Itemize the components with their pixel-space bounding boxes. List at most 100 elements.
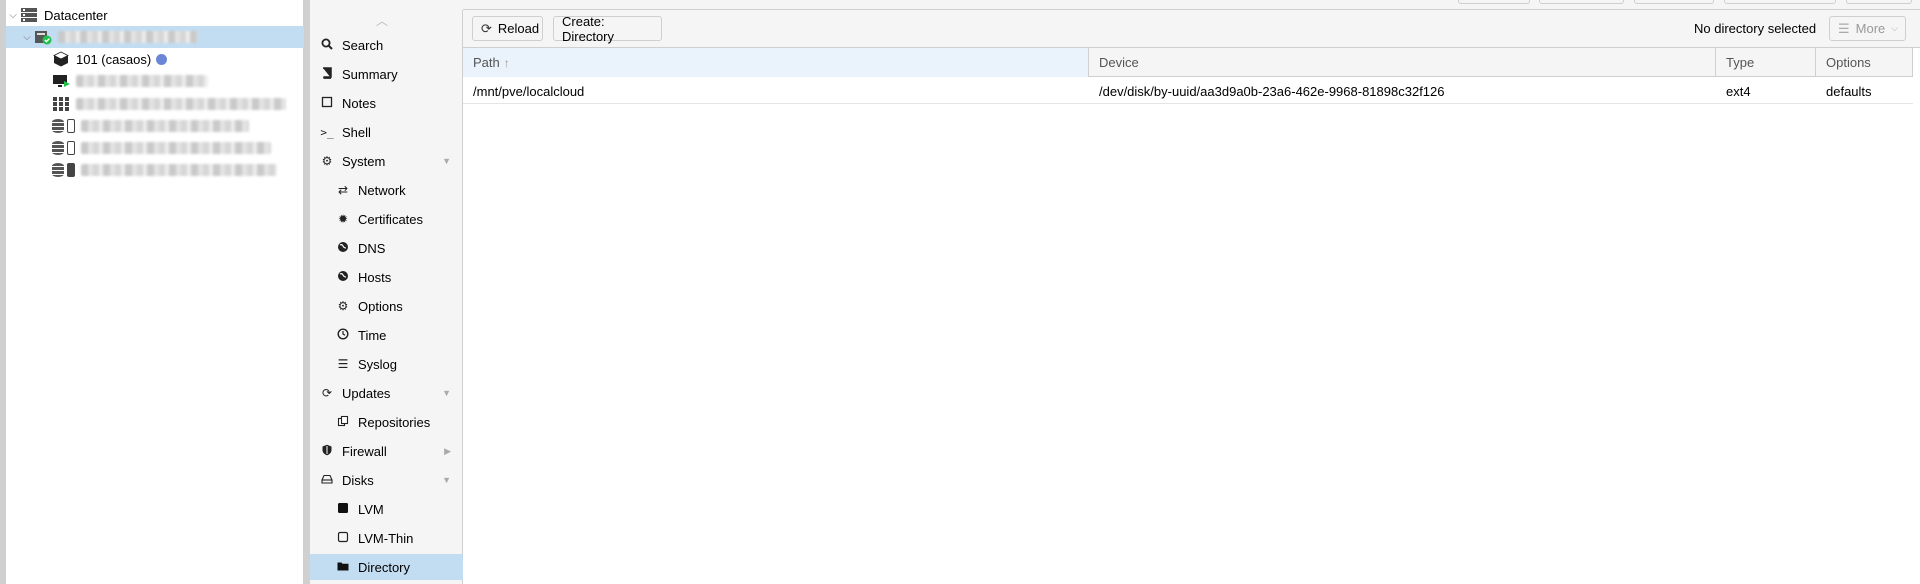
menu-item-search[interactable]: Search [310, 32, 463, 58]
more-button-label: More [1855, 21, 1886, 36]
create-directory-label: Create: Directory [562, 13, 615, 44]
square-icon [336, 502, 350, 517]
menu-item-disks[interactable]: Disks ▼ [310, 467, 463, 493]
header-button[interactable] [1458, 0, 1530, 4]
column-header-device[interactable]: Device [1089, 48, 1716, 77]
menu-item-label: Directory [358, 559, 411, 575]
redacted-storage-name [76, 98, 286, 110]
menu-item-directory[interactable]: Directory [310, 554, 463, 580]
menu-item-shell[interactable]: >_ Shell [310, 119, 463, 145]
create-directory-button[interactable]: Create: Directory [553, 13, 662, 44]
menu-item-label: LVM [358, 501, 384, 517]
toolbar: ⟳ Reload Create: Directory No directory … [463, 11, 1920, 48]
menu-item-firewall[interactable]: Firewall ▶ [310, 438, 463, 464]
chevron-down-icon[interactable]: ⌵ [20, 32, 34, 43]
clock-icon [336, 327, 350, 343]
menu-item-label: Updates [342, 385, 391, 401]
column-header-type[interactable]: Type [1716, 48, 1816, 77]
column-header-options[interactable]: Options [1816, 48, 1913, 77]
node-menu: ︿ Search Summary Notes >_ Shell ⚙ System… [310, 10, 463, 584]
menu-item-notes[interactable]: Notes [310, 90, 463, 116]
menu-item-label: Repositories [358, 414, 431, 430]
menu-item-lvm[interactable]: LVM [310, 496, 463, 522]
menu-item-time[interactable]: Time [310, 322, 463, 348]
menu-item-dns[interactable]: DNS [310, 235, 463, 261]
folder-icon [336, 560, 350, 575]
menu-item-label: Hosts [358, 269, 392, 285]
tree-item-vm[interactable] [6, 70, 304, 92]
tree-item-node[interactable]: ⌵ [6, 26, 304, 48]
certificate-icon: ✹ [337, 212, 349, 226]
chevron-down-icon[interactable]: ⌵ [6, 10, 20, 21]
menu-item-lvm-thin[interactable]: LVM-Thin [310, 525, 463, 551]
table-row[interactable]: /mnt/pve/localcloud /dev/disk/by-uuid/aa… [463, 78, 1913, 104]
menu-item-repositories[interactable]: Repositories [310, 409, 463, 435]
tree-item-container[interactable]: 101 (casaos) [6, 48, 304, 70]
menu-item-label: Firewall [342, 443, 387, 459]
redacted-storage-name [81, 142, 271, 154]
grid-icon [52, 96, 70, 112]
monitor-running-icon [52, 73, 70, 89]
collapse-up-icon[interactable]: ︿ [376, 12, 388, 29]
column-header-path[interactable]: Path ↑ [463, 48, 1089, 77]
directory-panel: ⟳ Reload Create: Directory No directory … [463, 11, 1920, 584]
chevron-right-icon[interactable]: ▶ [444, 446, 451, 457]
globe-icon [336, 270, 350, 285]
chevron-down-icon[interactable]: ▼ [442, 156, 451, 166]
header-button[interactable] [1634, 0, 1714, 4]
header-button[interactable] [1846, 0, 1912, 4]
menu-item-label: DNS [358, 240, 386, 256]
terminal-icon: >_ [320, 125, 334, 139]
redacted-storage-name [81, 120, 249, 132]
list-icon: ☰ [337, 357, 349, 371]
column-label: Device [1099, 55, 1139, 70]
globe-icon [336, 241, 350, 256]
menu-item-label: Summary [342, 66, 398, 82]
menu-item-syslog[interactable]: ☰ Syslog [310, 351, 463, 377]
menu-icon: ☰ [1838, 20, 1850, 36]
server-stack-icon [20, 7, 38, 23]
tree-item-storage[interactable] [6, 115, 304, 137]
menu-item-summary[interactable]: Summary [310, 61, 463, 87]
more-button[interactable]: ☰ More ⌵ [1829, 16, 1906, 41]
sort-ascending-icon: ↑ [503, 55, 510, 70]
header-strip [463, 0, 1920, 10]
menu-item-updates[interactable]: ⟳ Updates ▼ [310, 380, 463, 406]
reload-button-label: Reload [497, 21, 540, 36]
header-button[interactable] [1539, 0, 1624, 4]
database-icon [52, 163, 64, 177]
cell-device: /dev/disk/by-uuid/aa3d9a0b-23a6-462e-996… [1099, 83, 1445, 99]
menu-item-hosts[interactable]: Hosts [310, 264, 463, 290]
menu-item-certificates[interactable]: ✹ Certificates [310, 206, 463, 232]
tree-item-storage[interactable] [6, 159, 304, 181]
menu-item-system[interactable]: ⚙ System ▼ [310, 148, 463, 174]
menu-item-label: System [342, 153, 386, 169]
selection-status: No directory selected [1694, 21, 1817, 36]
book-icon [320, 66, 334, 82]
exchange-icon: ⇄ [337, 183, 349, 197]
header-button[interactable] [1724, 0, 1836, 4]
tree-item-storage[interactable] [6, 137, 304, 159]
menu-item-network[interactable]: ⇄ Network [310, 177, 463, 203]
menu-item-options[interactable]: ⚙ Options [310, 293, 463, 319]
redacted-node-name [58, 31, 198, 43]
database-icon [52, 141, 64, 155]
grid-header: Path ↑ Device Type Options [463, 48, 1913, 77]
chevron-down-icon[interactable]: ▼ [442, 388, 451, 398]
tree-item-storage[interactable] [6, 93, 304, 115]
menu-item-label: Time [358, 327, 387, 343]
refresh-icon: ⟳ [321, 386, 333, 400]
chevron-down-icon[interactable]: ▼ [442, 475, 451, 485]
cube-icon [52, 51, 70, 67]
database-icon [52, 119, 64, 133]
tree-item-label: Datacenter [44, 7, 108, 23]
tree-item-datacenter[interactable]: ⌵ Datacenter [6, 4, 304, 26]
redacted-vm-name [76, 75, 208, 87]
menu-item-label: Certificates [358, 211, 424, 227]
node-online-icon [34, 29, 52, 45]
reload-button[interactable]: ⟳ Reload [472, 16, 543, 41]
note-icon [320, 96, 334, 111]
menu-item-label: Network [358, 182, 406, 198]
cell-path: /mnt/pve/localcloud [473, 83, 585, 99]
redacted-storage-name [81, 164, 277, 176]
